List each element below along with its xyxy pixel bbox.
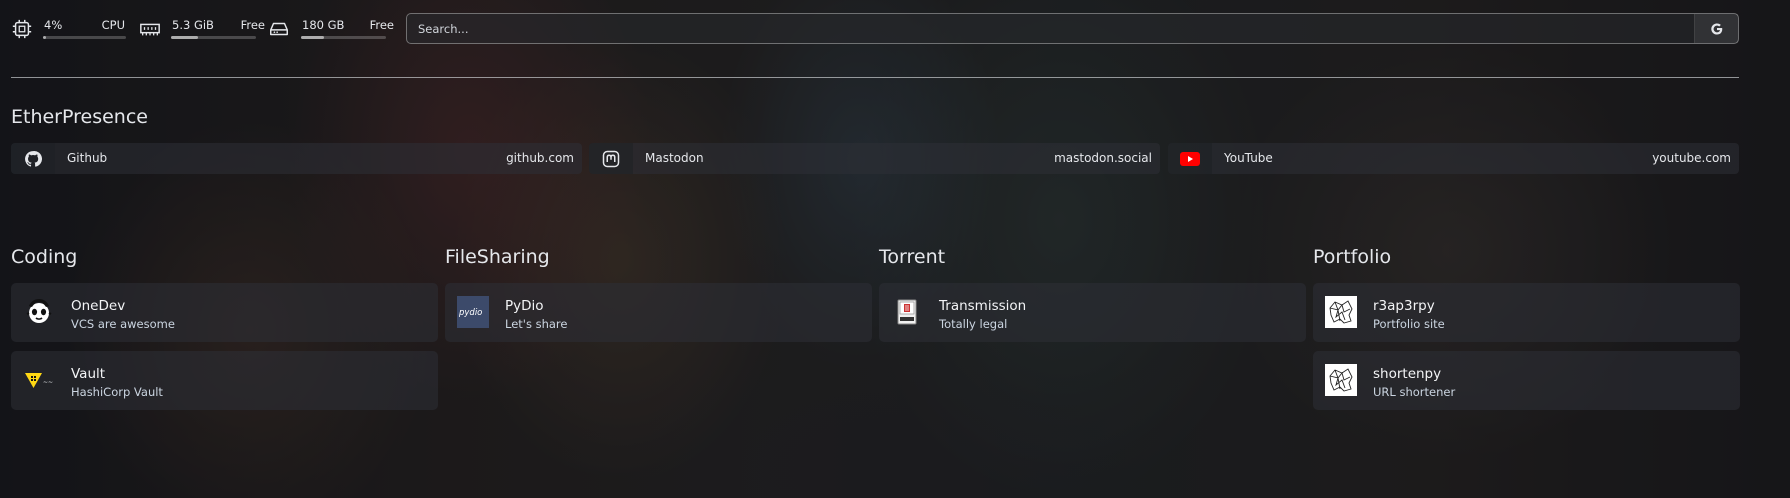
top-bar: 4% CPU 5.3 GiB Free 180 GB Free Search..… <box>11 12 1739 46</box>
disk-icon <box>270 22 288 36</box>
google-icon <box>1710 22 1722 35</box>
disk-label: Free <box>369 18 394 32</box>
memory-usage-fill <box>171 36 199 39</box>
search-provider-button[interactable]: G <box>1694 14 1738 43</box>
cpu-icon <box>12 19 32 39</box>
bookmark-mastodon[interactable]: Mastodon mastodon.social <box>589 143 1160 174</box>
vault-icon: ~~ <box>25 373 53 388</box>
bookmark-group-title: EtherPresence <box>11 106 148 128</box>
memory-widget: 5.3 GiB Free <box>139 12 265 46</box>
svg-text:~~: ~~ <box>43 379 53 386</box>
memory-value: 5.3 GiB <box>172 18 214 32</box>
bookmark-name: YouTube <box>1224 151 1273 165</box>
bookmark-url: youtube.com <box>1652 151 1731 165</box>
cpu-usage-bar <box>43 36 126 39</box>
bookmark-name: Mastodon <box>645 151 704 165</box>
service-description: Let's share <box>505 317 568 331</box>
github-icon <box>25 150 42 167</box>
r3ap3rpy-icon <box>1325 296 1357 328</box>
service-name: OneDev <box>71 298 126 314</box>
search-box: G <box>406 13 1739 44</box>
service-name: Transmission <box>939 298 1027 314</box>
service-vault[interactable]: ~~ Vault HashiCorp Vault <box>11 351 438 410</box>
service-r3ap3rpy[interactable]: r3ap3rpy Portfolio site <box>1313 283 1740 342</box>
search-input[interactable] <box>407 14 1697 43</box>
group-title-filesharing: FileSharing <box>445 246 550 268</box>
bookmark-youtube[interactable]: YouTube youtube.com <box>1168 143 1739 174</box>
service-description: VCS are awesome <box>71 317 175 331</box>
service-name: r3ap3rpy <box>1373 298 1435 314</box>
bookmark-url: github.com <box>506 151 574 165</box>
group-title-torrent: Torrent <box>879 246 946 268</box>
service-description: Portfolio site <box>1373 317 1445 331</box>
memory-icon <box>140 23 160 36</box>
service-description: Totally legal <box>939 317 1008 331</box>
pydio-icon: pydio <box>457 296 489 328</box>
transmission-icon <box>897 299 917 325</box>
cpu-widget: 4% CPU <box>11 12 126 46</box>
service-name: Vault <box>71 366 106 382</box>
disk-usage-bar <box>301 36 386 39</box>
service-description: URL shortener <box>1373 385 1456 399</box>
service-name: shortenpy <box>1373 366 1442 382</box>
service-transmission[interactable]: Transmission Totally legal <box>879 283 1306 342</box>
bookmark-url: mastodon.social <box>1054 151 1152 165</box>
pydio-logo-text: pydio <box>458 308 482 318</box>
cpu-usage-fill <box>43 36 47 39</box>
shortenpy-icon <box>1325 364 1357 396</box>
bookmark-name: Github <box>67 151 108 165</box>
memory-usage-bar <box>171 36 256 39</box>
service-onedev[interactable]: OneDev VCS are awesome <box>11 283 438 342</box>
youtube-icon <box>1180 151 1200 166</box>
mastodon-icon <box>602 150 620 167</box>
memory-label: Free <box>240 18 265 32</box>
service-description: HashiCorp Vault <box>71 385 163 399</box>
disk-widget: 180 GB Free <box>268 12 394 46</box>
header-divider <box>11 77 1739 78</box>
group-title-portfolio: Portfolio <box>1313 246 1392 268</box>
bookmark-github[interactable]: Github github.com <box>11 143 582 174</box>
onedev-icon <box>26 299 52 323</box>
cpu-value: 4% <box>44 18 63 32</box>
service-name: PyDio <box>505 298 544 314</box>
group-title-coding: Coding <box>11 246 78 268</box>
disk-usage-fill <box>301 36 324 39</box>
service-shortenpy[interactable]: shortenpy URL shortener <box>1313 351 1740 410</box>
cpu-label: CPU <box>101 18 125 32</box>
service-pydio[interactable]: pydio PyDio Let's share <box>445 283 872 342</box>
